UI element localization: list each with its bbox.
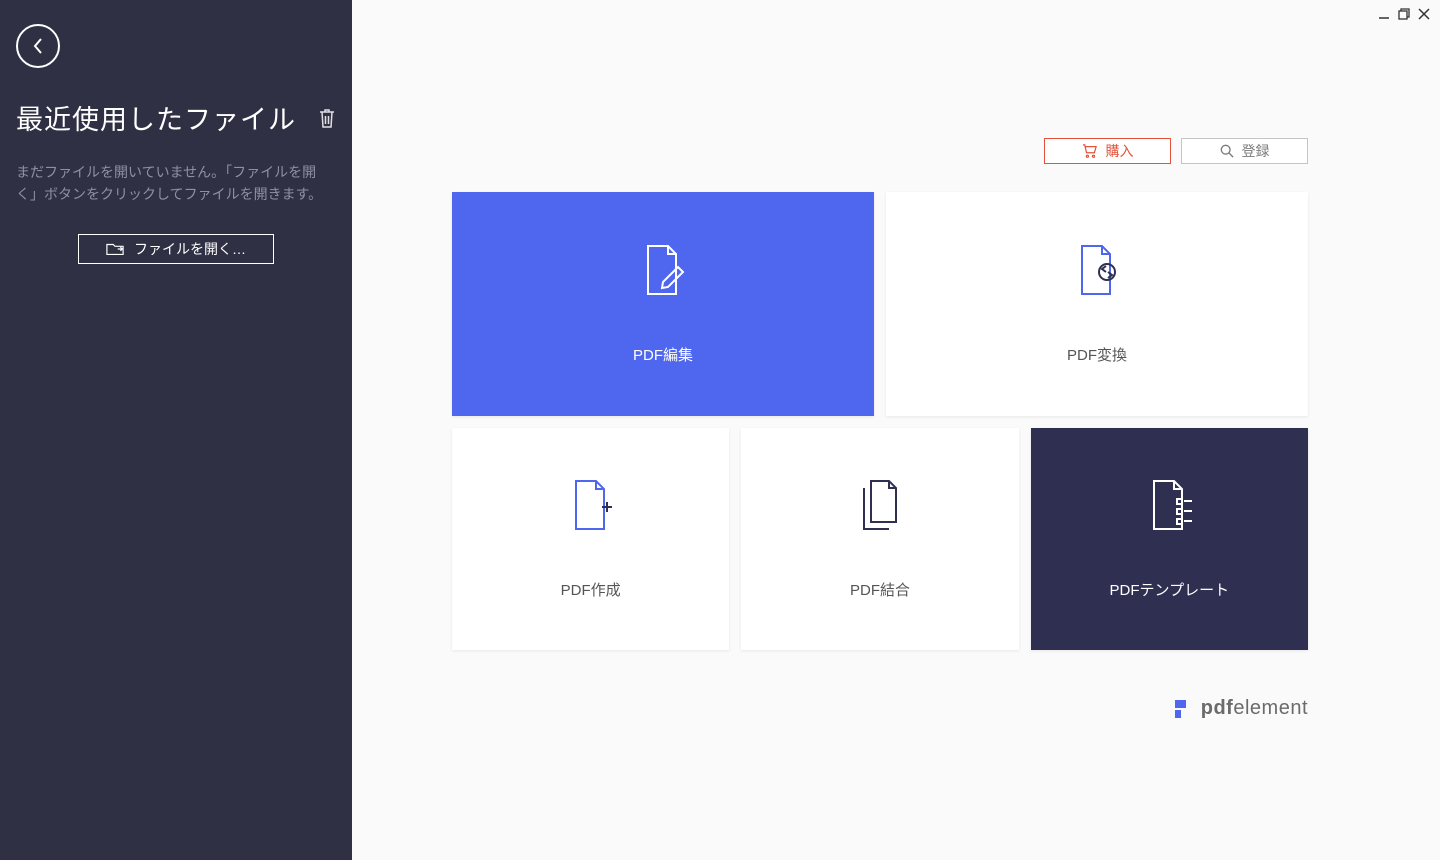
maximize-icon bbox=[1398, 8, 1410, 20]
file-plus-icon bbox=[566, 479, 616, 531]
cards-grid: PDF編集 PDF変換 PDF作成 PDF結合 PDFテンプ bbox=[352, 164, 1440, 650]
register-label: 登録 bbox=[1242, 141, 1270, 161]
minimize-button[interactable] bbox=[1376, 6, 1392, 22]
file-template-icon bbox=[1144, 479, 1194, 531]
minimize-icon bbox=[1378, 8, 1390, 20]
sidebar-title: 最近使用したファイル bbox=[16, 98, 296, 137]
pdf-create-label: PDF作成 bbox=[561, 579, 621, 600]
folder-arrow-icon bbox=[106, 241, 124, 257]
chevron-left-icon bbox=[31, 36, 45, 56]
sidebar-title-row: 最近使用したファイル bbox=[16, 98, 336, 137]
main: 購入 登録 PDF編集 PDF変換 PDF作 bbox=[352, 0, 1440, 860]
cards-row-1: PDF編集 PDF変換 bbox=[452, 192, 1308, 416]
magnifier-icon bbox=[1220, 144, 1234, 158]
cart-icon bbox=[1082, 144, 1098, 158]
cards-row-2: PDF作成 PDF結合 PDFテンプレート bbox=[452, 428, 1308, 650]
pdf-template-label: PDFテンプレート bbox=[1110, 579, 1230, 600]
buy-button[interactable]: 購入 bbox=[1044, 138, 1171, 164]
brand-text: pdfelement bbox=[1201, 697, 1308, 720]
maximize-button[interactable] bbox=[1396, 6, 1412, 22]
top-buttons: 購入 登録 bbox=[352, 0, 1440, 164]
brand-suffix: element bbox=[1233, 697, 1308, 719]
file-convert-icon bbox=[1072, 244, 1122, 296]
pdf-combine-label: PDF結合 bbox=[850, 579, 910, 600]
register-button[interactable]: 登録 bbox=[1181, 138, 1308, 164]
brand-prefix: pdf bbox=[1201, 697, 1234, 719]
open-file-button[interactable]: ファイルを開く… bbox=[78, 234, 274, 264]
close-icon bbox=[1418, 8, 1430, 20]
app-root: 最近使用したファイル まだファイルを開いていません。「ファイルを開く」ボタンをク… bbox=[0, 0, 1440, 860]
pdf-create-card[interactable]: PDF作成 bbox=[452, 428, 729, 650]
file-edit-icon bbox=[638, 244, 688, 296]
pdf-edit-card[interactable]: PDF編集 bbox=[452, 192, 874, 416]
open-file-label: ファイルを開く… bbox=[134, 239, 246, 259]
pdf-combine-card[interactable]: PDF結合 bbox=[741, 428, 1018, 650]
file-combine-icon bbox=[855, 479, 905, 531]
sidebar: 最近使用したファイル まだファイルを開いていません。「ファイルを開く」ボタンをク… bbox=[0, 0, 352, 860]
pdf-convert-card[interactable]: PDF変換 bbox=[886, 192, 1308, 416]
back-button[interactable] bbox=[16, 24, 60, 68]
buy-label: 購入 bbox=[1106, 141, 1134, 161]
window-controls bbox=[1376, 6, 1432, 22]
pdf-edit-label: PDF編集 bbox=[633, 344, 693, 365]
branding: pdfelement bbox=[1175, 697, 1308, 720]
brand-logo-icon bbox=[1175, 700, 1193, 718]
pdf-convert-label: PDF変換 bbox=[1067, 344, 1127, 365]
sidebar-message: まだファイルを開いていません。「ファイルを開く」ボタンをクリックしてファイルを開… bbox=[16, 161, 336, 206]
pdf-template-card[interactable]: PDFテンプレート bbox=[1031, 428, 1308, 650]
trash-icon[interactable] bbox=[318, 107, 336, 129]
close-button[interactable] bbox=[1416, 6, 1432, 22]
